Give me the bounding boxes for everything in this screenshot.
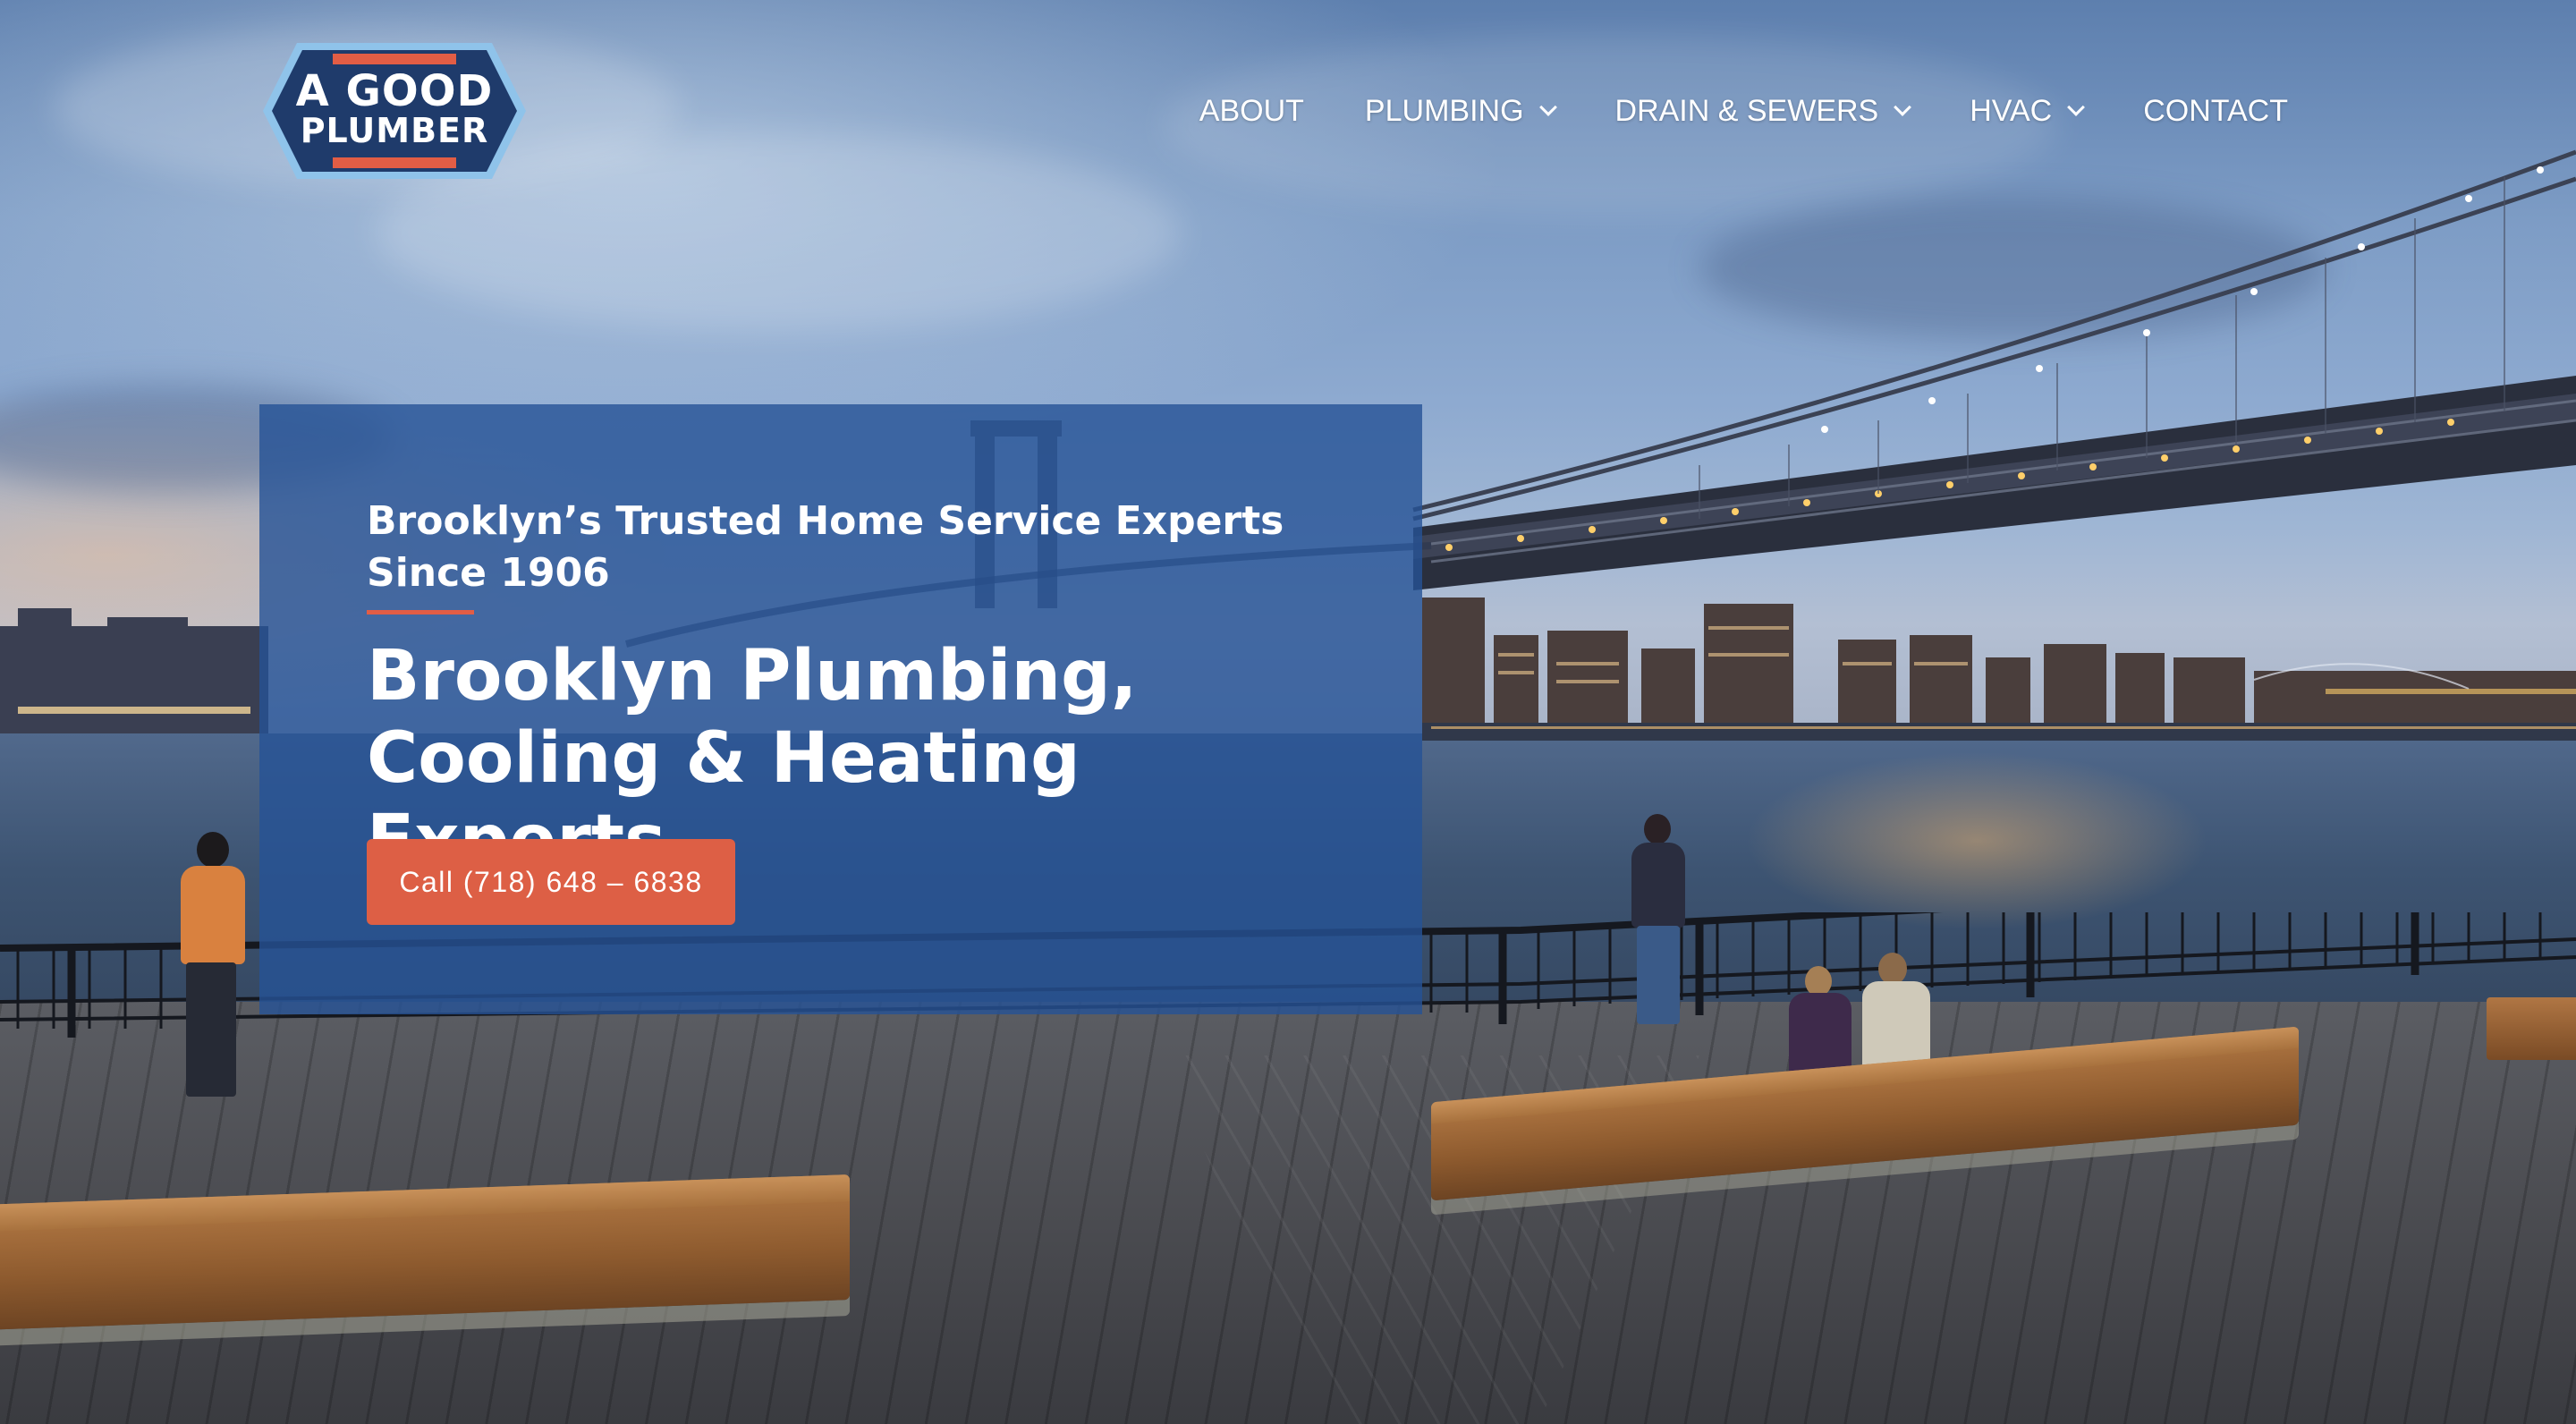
nav-item-drain-sewers[interactable]: DRAIN & SEWERS	[1614, 93, 1912, 129]
main-nav: ABOUT PLUMBING DRAIN & SEWERS HVAC CONTA…	[1199, 88, 2288, 134]
nav-item-about[interactable]: ABOUT	[1199, 94, 1304, 129]
nav-item-label: HVAC	[1970, 93, 2053, 128]
person-silhouette	[1619, 814, 1699, 1029]
nav-item-plumbing[interactable]: PLUMBING	[1364, 93, 1557, 129]
nav-item-label: DRAIN & SEWERS	[1614, 93, 1879, 128]
logo-text-line1: A GOOD	[295, 66, 494, 116]
logo[interactable]: A GOOD PLUMBER	[261, 39, 528, 182]
nav-item-contact[interactable]: CONTACT	[2143, 94, 2288, 129]
hero-eyebrow: Brooklyn’s Trusted Home Service Experts …	[367, 498, 1284, 596]
person-silhouette	[161, 832, 268, 1109]
logo-text-line2: PLUMBER	[300, 111, 489, 150]
chevron-down-icon	[1538, 98, 1557, 116]
chevron-down-icon	[1894, 98, 1912, 116]
call-button[interactable]: Call (718) 648 – 6838	[367, 839, 735, 925]
accent-divider	[367, 610, 474, 615]
nav-item-label: ABOUT	[1199, 93, 1304, 128]
bench	[2487, 997, 2576, 1060]
site-header: A GOOD PLUMBER ABOUT PLUMBING DRAIN & SE…	[0, 0, 2576, 179]
nav-item-label: PLUMBING	[1364, 93, 1524, 128]
page: A GOOD PLUMBER ABOUT PLUMBING DRAIN & SE…	[0, 0, 2576, 1424]
chevron-down-icon	[2067, 98, 2086, 116]
nav-item-label: CONTACT	[2143, 93, 2288, 128]
hero-panel: Brooklyn’s Trusted Home Service Experts …	[259, 404, 1422, 1014]
nav-item-hvac[interactable]: HVAC	[1970, 93, 2086, 129]
call-button-label: Call (718) 648 – 6838	[399, 865, 703, 898]
